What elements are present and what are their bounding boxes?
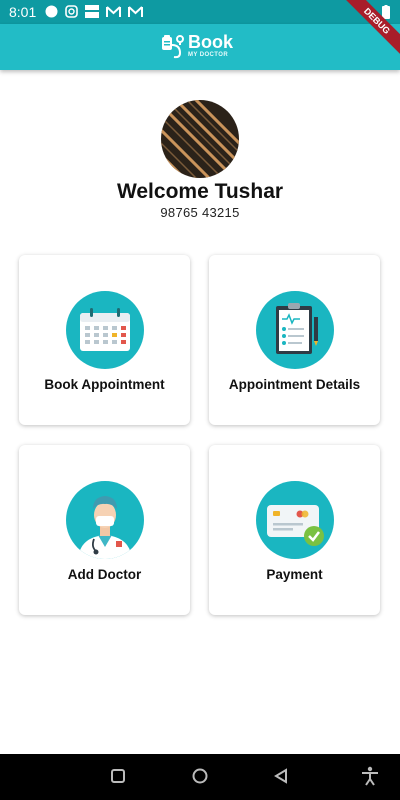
accessibility-icon[interactable] [361,766,379,786]
profile-avatar [161,100,239,178]
card-label: Add Doctor [67,567,142,582]
status-bar: 8:01 [0,0,400,24]
logo-subtitle: MY DOCTOR [188,52,229,58]
app-logo: Book MY DOCTOR [160,33,233,59]
instagram-icon [65,5,78,18]
card-label: Payment [266,567,323,582]
gmail-icon [106,6,121,17]
logo-title: Book [188,32,233,52]
gmail-icon [128,6,143,17]
status-time: 8:01 [9,4,37,20]
calendar-icon [66,291,144,369]
back-icon[interactable] [273,768,289,784]
clipboard-icon [256,291,334,369]
app-square-icon [85,5,99,18]
phone-number: 98765 43215 [160,205,240,220]
notification-icons [45,5,143,18]
credit-card-icon [256,481,334,559]
book-appointment-card[interactable]: Book Appointment [19,255,190,425]
card-label: Appointment Details [228,377,361,392]
payment-card[interactable]: Payment [209,445,380,615]
system-nav-bar [0,754,400,800]
recents-icon[interactable] [110,768,126,784]
appointment-details-card[interactable]: Appointment Details [209,255,380,425]
card-label: Book Appointment [44,377,165,392]
doctor-icon [66,481,144,559]
add-doctor-card[interactable]: Add Doctor [19,445,190,615]
home-icon[interactable] [191,768,209,786]
app-bar: Book MY DOCTOR [0,24,400,70]
welcome-text: Welcome Tushar [116,180,284,203]
record-dot-icon [45,5,58,18]
stethoscope-icon [162,35,184,59]
